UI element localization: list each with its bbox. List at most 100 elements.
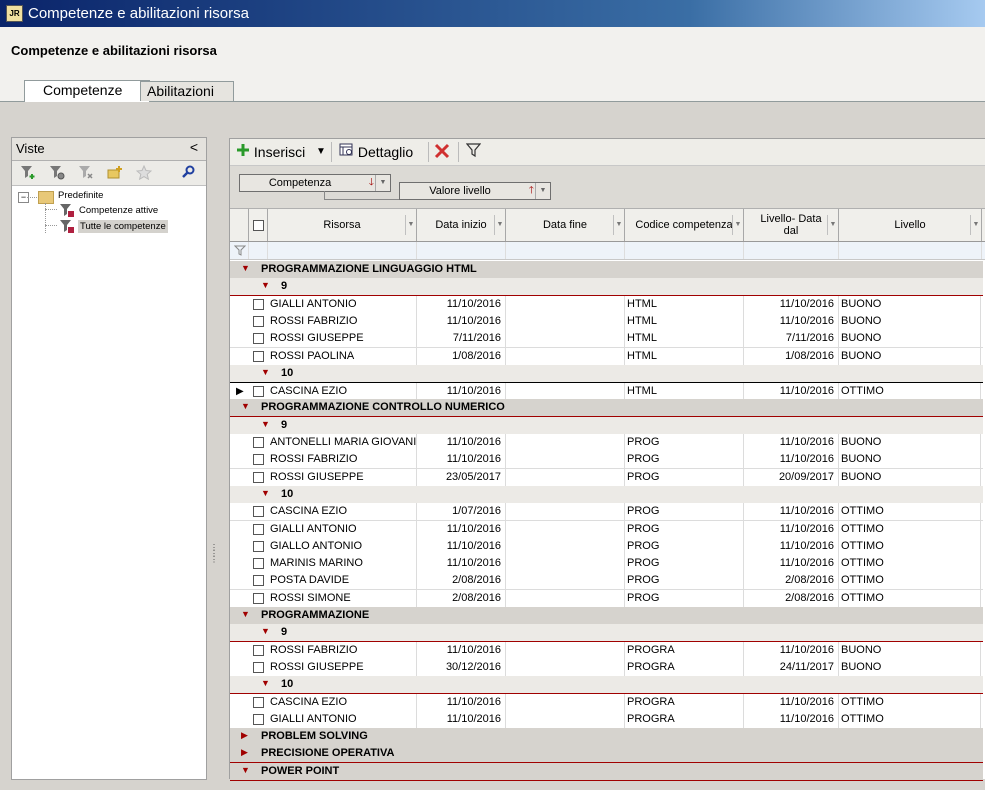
- column-filter-icon[interactable]: ▼: [827, 215, 838, 235]
- row-checkbox[interactable]: [253, 644, 264, 656]
- insert-dropdown-icon[interactable]: ▼: [316, 146, 326, 157]
- expand-triangle-icon[interactable]: ▼: [241, 609, 250, 619]
- column-header-data-inizio[interactable]: Data inizio ▼: [417, 209, 506, 241]
- subgroup-row[interactable]: ▼ 9: [230, 278, 983, 297]
- subgroup-row[interactable]: ▼ 9: [230, 624, 983, 643]
- subgroup-row[interactable]: ▼ 9: [230, 416, 983, 435]
- row-checkbox[interactable]: [253, 523, 264, 535]
- filter-button[interactable]: [465, 143, 482, 161]
- table-row[interactable]: POSTA DAVIDE 2/08/2016 PROG 2/08/2016 OTTIMO: [230, 572, 983, 591]
- expand-triangle-icon[interactable]: ▼: [261, 626, 270, 636]
- table-row[interactable]: MARINIS MARINO 11/10/2016 PROG 11/10/2016 OT…: [230, 555, 983, 574]
- row-checkbox[interactable]: [253, 471, 264, 483]
- expand-triangle-icon[interactable]: ▼: [261, 488, 270, 498]
- row-checkbox[interactable]: [253, 454, 264, 466]
- column-header-data-fine[interactable]: Data fine ▼: [506, 209, 625, 241]
- row-checkbox[interactable]: [253, 506, 264, 518]
- table-row[interactable]: GIALLI ANTONIO 11/10/2016 PROGRA 11/10/2016…: [230, 710, 983, 729]
- column-header-risorsa[interactable]: Risorsa ▼: [268, 209, 417, 241]
- table-row[interactable]: ROSSI PAOLINA 1/08/2016 HTML 1/08/2016 BUONO: [230, 347, 983, 366]
- delete-button[interactable]: [434, 143, 450, 162]
- column-filter-icon[interactable]: ▼: [613, 215, 624, 235]
- table-row[interactable]: ROSSI GIUSEPPE 23/05/2017 PROG 20/09/2017 BU…: [230, 468, 983, 487]
- expand-triangle-icon[interactable]: ▼: [241, 401, 250, 411]
- column-header-codice-competenza[interactable]: Codice competenza ▼: [625, 209, 744, 241]
- table-row[interactable]: GIALLI ANTONIO 11/10/2016 HTML 11/10/2016 BU…: [230, 295, 983, 314]
- table-row[interactable]: ▶ CASCINA EZIO 11/10/2016 HTML 11/10/2016 OTT…: [230, 382, 983, 402]
- filter-cell[interactable]: [268, 242, 417, 259]
- panel-splitter[interactable]: ⋮ ⋮ ⋮: [210, 544, 218, 569]
- chevron-down-icon[interactable]: ▼: [535, 183, 550, 199]
- table-row[interactable]: ROSSI GIUSEPPE 30/12/2016 PROGRA 24/11/2017…: [230, 658, 983, 677]
- table-row[interactable]: GIALLO ANTONIO 11/10/2016 PROG 11/10/2016 OT…: [230, 537, 983, 556]
- new-folder-icon[interactable]: [106, 165, 124, 181]
- column-filter-icon[interactable]: ▼: [970, 215, 981, 235]
- chevron-down-icon[interactable]: ▼: [375, 175, 390, 191]
- row-checkbox[interactable]: [253, 437, 264, 448]
- filter-cell[interactable]: [625, 242, 744, 259]
- column-header-livello[interactable]: Livello ▼: [839, 209, 982, 241]
- search-icon[interactable]: [179, 165, 197, 181]
- tree-item-competenze-attive[interactable]: Competenze attive: [79, 205, 158, 216]
- add-filter-icon[interactable]: [19, 165, 37, 181]
- row-checkbox[interactable]: [253, 350, 264, 362]
- group-chip-valore-livello[interactable]: Valore livello 🡑 ▼: [399, 182, 551, 200]
- filter-cell[interactable]: [249, 242, 268, 259]
- tab-competenze[interactable]: Competenze: [24, 80, 150, 102]
- row-checkbox[interactable]: [253, 592, 264, 604]
- row-checkbox[interactable]: [253, 333, 264, 345]
- column-header-livello-data-dal[interactable]: Livello- Data dal ▼: [744, 209, 839, 241]
- table-row[interactable]: ROSSI FABRIZIO 11/10/2016 PROG 11/10/2016 BU…: [230, 451, 983, 470]
- group-row[interactable]: ▶ PROBLEM SOLVING: [230, 728, 983, 747]
- collapsed-triangle-icon[interactable]: ▶: [241, 747, 248, 758]
- table-row[interactable]: ROSSI FABRIZIO 11/10/2016 HTML 11/10/2016 BU…: [230, 312, 983, 331]
- edit-filter-icon[interactable]: [48, 165, 66, 181]
- tree-item-tutte-le-competenze[interactable]: Tutte le competenze: [78, 220, 168, 233]
- row-checkbox[interactable]: [253, 575, 264, 587]
- table-row[interactable]: CASCINA EZIO 1/07/2016 PROG 11/10/2016 OTTIM…: [230, 503, 983, 522]
- expand-triangle-icon[interactable]: ▼: [261, 280, 270, 290]
- filter-cell[interactable]: [839, 242, 982, 259]
- expand-triangle-icon[interactable]: ▼: [261, 367, 270, 377]
- tab-abilitazioni[interactable]: Abilitazioni: [140, 81, 234, 101]
- tree-root-predefinite[interactable]: Predefinite: [58, 190, 103, 201]
- expand-triangle-icon[interactable]: ▼: [261, 678, 270, 688]
- table-row[interactable]: GIALLI ANTONIO 11/10/2016 PROG 11/10/2016 OT…: [230, 520, 983, 539]
- table-row[interactable]: ROSSI GIUSEPPE 7/11/2016 HTML 7/11/2016 BUON…: [230, 330, 983, 349]
- expand-triangle-icon[interactable]: ▼: [241, 263, 250, 273]
- group-row[interactable]: ▼ PROGRAMMAZIONE LINGUAGGIO HTML: [230, 261, 983, 279]
- subgroup-row[interactable]: ▼ 10: [230, 676, 983, 695]
- row-checkbox[interactable]: [253, 696, 264, 708]
- expand-triangle-icon[interactable]: ▼: [261, 419, 270, 429]
- collapse-panel-icon[interactable]: <: [190, 139, 198, 155]
- filter-cell[interactable]: [417, 242, 506, 259]
- detail-button[interactable]: Dettaglio: [339, 143, 413, 160]
- filter-cell[interactable]: [744, 242, 839, 259]
- table-row[interactable]: ROSSI FABRIZIO 11/10/2016 PROGRA 11/10/2016…: [230, 641, 983, 660]
- collapsed-triangle-icon[interactable]: ▶: [241, 730, 248, 741]
- column-filter-icon[interactable]: ▼: [405, 215, 416, 235]
- table-row[interactable]: ANTONELLI MARIA GIOVANI 11/10/2016 PROG 11/…: [230, 434, 983, 452]
- group-row[interactable]: ▶ PRECISIONE OPERATIVA: [230, 745, 983, 764]
- column-filter-icon[interactable]: ▼: [494, 215, 505, 235]
- row-checkbox[interactable]: [253, 315, 264, 327]
- subgroup-row[interactable]: ▼ 10: [230, 485, 983, 504]
- row-checkbox[interactable]: [253, 558, 264, 570]
- row-checkbox[interactable]: [253, 540, 264, 552]
- row-checkbox[interactable]: [253, 298, 264, 310]
- table-row[interactable]: CASCINA EZIO 11/10/2016 PROGRA 11/10/2016 OT…: [230, 693, 983, 712]
- table-row[interactable]: ROSSI SIMONE 2/08/2016 PROG 2/08/2016 OTTIMO: [230, 589, 983, 608]
- group-chip-competenza[interactable]: Competenza 🡓 ▼: [239, 174, 391, 192]
- group-row[interactable]: ▼ PROGRAMMAZIONE: [230, 607, 983, 625]
- favorite-star-icon[interactable]: [135, 164, 153, 181]
- row-checkbox[interactable]: [253, 713, 264, 725]
- remove-filter-icon[interactable]: [77, 165, 95, 181]
- row-checkbox[interactable]: [253, 661, 264, 673]
- insert-button[interactable]: Inserisci: [236, 143, 305, 160]
- expand-triangle-icon[interactable]: ▼: [241, 765, 250, 775]
- column-filter-icon[interactable]: ▼: [732, 215, 743, 235]
- row-checkbox[interactable]: [253, 386, 264, 398]
- filter-cell[interactable]: [506, 242, 625, 259]
- group-row[interactable]: ▼ PROGRAMMAZIONE CONTROLLO NUMERICO: [230, 399, 983, 418]
- select-all-checkbox[interactable]: [252, 219, 264, 231]
